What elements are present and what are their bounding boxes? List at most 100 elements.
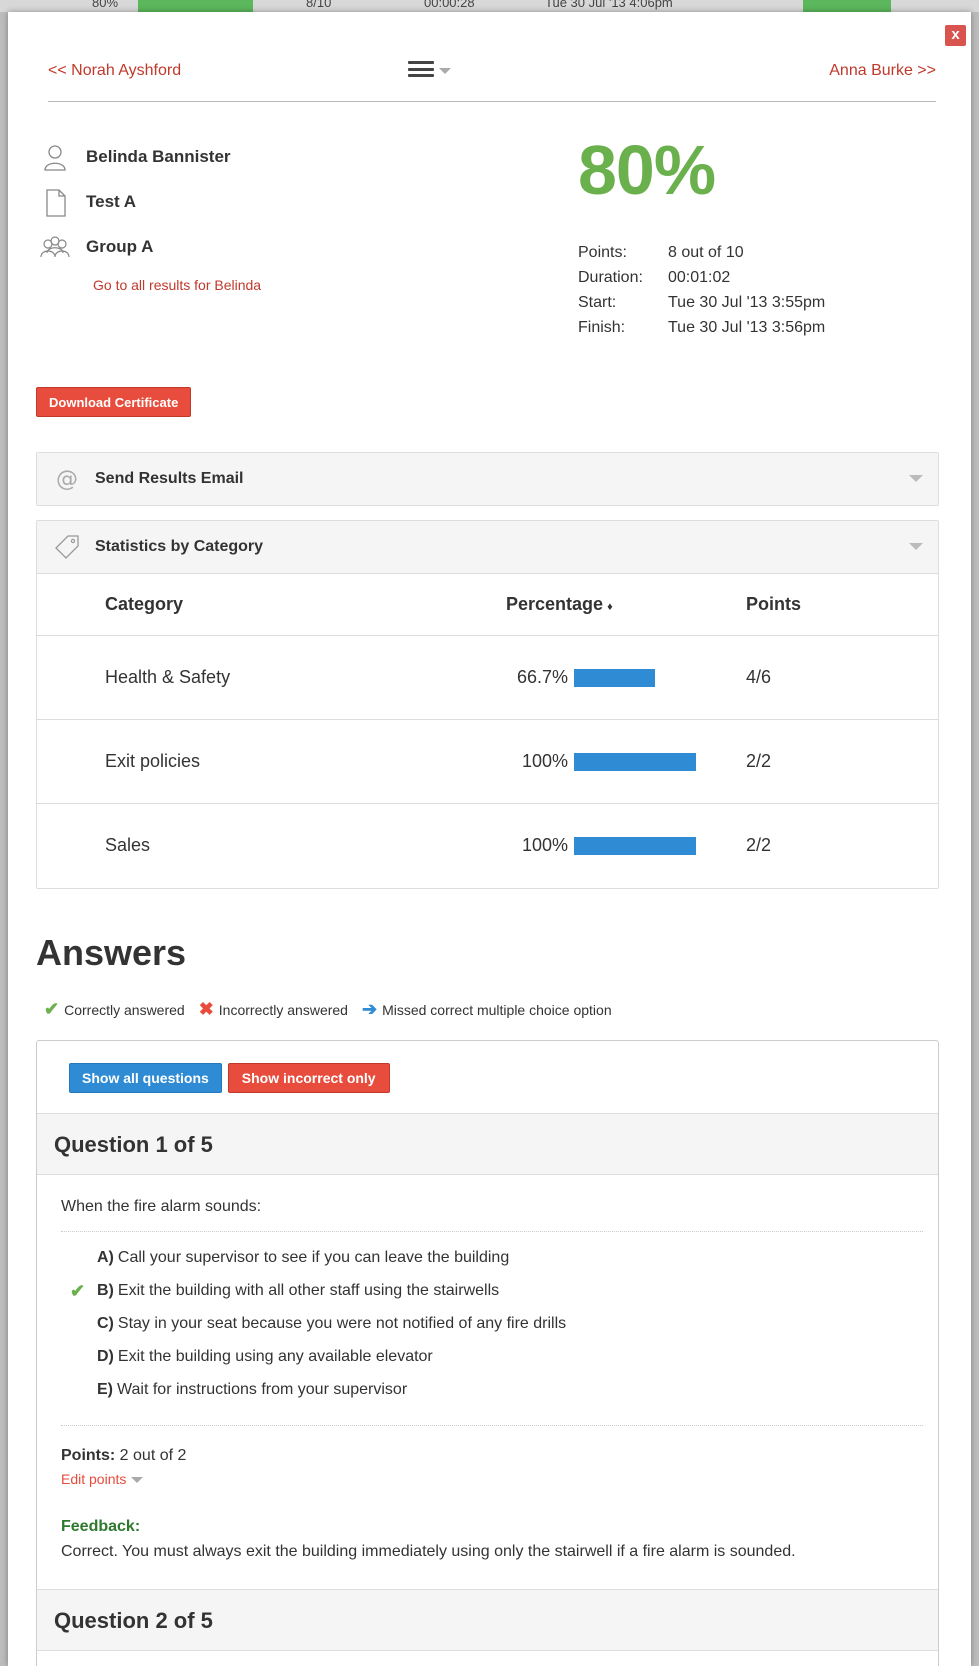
- table-row: Health & Safety 66.7% 4/6: [37, 635, 938, 720]
- points-value: 2 out of 2: [119, 1447, 187, 1464]
- category-stats-header[interactable]: Statistics by Category: [37, 521, 938, 573]
- answers-panel: Show all questions Show incorrect only Q…: [36, 1040, 939, 1666]
- next-result-link[interactable]: Anna Burke >>: [829, 62, 936, 80]
- answer-option: ✔ B) Exit the building with all other staf…: [70, 1281, 566, 1315]
- bg-duration: 00:00:28: [424, 0, 475, 10]
- user-icon: [44, 145, 66, 171]
- previous-result-link[interactable]: << Norah Ayshford: [48, 62, 181, 80]
- chevron-down-icon: [909, 475, 923, 482]
- legend-missed-label: Missed correct multiple choice option: [382, 1001, 612, 1018]
- show-all-questions-button[interactable]: Show all questions: [69, 1063, 222, 1093]
- stat-value: 00:01:02: [668, 269, 731, 286]
- checkmark-icon: ✔: [44, 999, 60, 1019]
- category-stats-panel: Statistics by Category Category Percenta…: [36, 520, 939, 889]
- table-row: Exit policies 100% 2/2: [37, 719, 938, 804]
- option-letter: E): [97, 1381, 113, 1398]
- stat-value: Tue 30 Jul '13 3:55pm: [668, 294, 826, 311]
- result-detail-modal: x << Norah Ayshford Anna Burke >> Belind…: [8, 12, 971, 1666]
- legend-missed: ➔ Missed correct multiple choice option: [362, 999, 612, 1020]
- download-certificate-button[interactable]: Download Certificate: [36, 387, 192, 417]
- stat-value: Tue 30 Jul '13 3:56pm: [668, 319, 826, 336]
- stat-row: Finish: Tue 30 Jul '13 3:56pm: [578, 319, 908, 344]
- percentage-value: 66.7%: [516, 667, 568, 687]
- edit-points-dropdown[interactable]: Edit points: [61, 1471, 144, 1487]
- bg-score: 80%: [92, 0, 119, 10]
- stat-row: Duration: 00:01:02: [578, 269, 908, 294]
- percentage-cell: 66.7%: [505, 635, 745, 720]
- background-results-row: 80% 8/10 00:00:28 Tue 30 Jul '13 4:06pm: [0, 0, 979, 12]
- points-label: Points:: [61, 1447, 116, 1464]
- result-stats: Points: 8 out of 10 Duration: 00:01:02 S…: [578, 244, 908, 344]
- answer-filter-buttons: Show all questions Show incorrect only: [69, 1063, 390, 1093]
- tag-icon: [55, 535, 79, 559]
- category-table: Category Percentage ♦ Points Health & Saf…: [37, 573, 938, 888]
- percentage-bar: [574, 752, 696, 771]
- category-cell: Sales: [37, 803, 505, 888]
- question-text: When the fire alarm sounds:: [61, 1198, 262, 1215]
- stat-value: 8 out of 10: [668, 244, 744, 261]
- test-row: Test A: [40, 189, 460, 237]
- percentage-value: 100%: [521, 835, 568, 856]
- answers-heading: Answers: [36, 932, 187, 973]
- option-letter: C): [97, 1315, 114, 1332]
- result-info: Belinda Bannister Test A Group A Go to a…: [40, 145, 460, 293]
- chevron-down-icon: [909, 543, 923, 550]
- group-name: Group A: [86, 237, 154, 256]
- send-email-header[interactable]: @ Send Results Email: [37, 453, 938, 505]
- group-icon: [40, 236, 70, 258]
- stat-label: Finish:: [578, 319, 626, 336]
- edit-points-label: Edit points: [61, 1471, 127, 1487]
- group-row: Group A: [40, 236, 460, 282]
- chevron-down-icon: [439, 67, 451, 74]
- document-icon: [46, 189, 66, 217]
- table-row: Sales 100% 2/2: [37, 803, 938, 888]
- category-cell: Health & Safety: [37, 635, 505, 720]
- table-header-row: Category Percentage ♦ Points: [37, 573, 938, 636]
- percentage-cell: 100%: [505, 719, 745, 804]
- feedback-text: Correct. You must always exit the buildi…: [61, 1543, 796, 1560]
- category-cell: Exit policies: [37, 719, 505, 804]
- send-email-title: Send Results Email: [95, 470, 244, 487]
- legend-incorrect: ✖ Incorrectly answered: [199, 999, 348, 1020]
- all-results-link[interactable]: Go to all results for Belinda: [93, 277, 261, 293]
- show-incorrect-only-button[interactable]: Show incorrect only: [227, 1063, 390, 1093]
- at-sign-icon: @: [56, 467, 78, 492]
- svg-text:@: @: [56, 467, 78, 492]
- menu-dropdown[interactable]: [408, 59, 451, 79]
- bg-points: 8/10: [306, 0, 332, 10]
- question-header: Question 2 of 5: [37, 1589, 938, 1651]
- bg-score-bar: [138, 0, 253, 12]
- percentage-value: 100%: [521, 751, 568, 771]
- option-letter: D): [97, 1348, 114, 1365]
- answer-option: C) Stay in your seat because you were not…: [97, 1315, 566, 1348]
- option-text: Exit the building with all other staff u…: [117, 1282, 500, 1299]
- user-row: Belinda Bannister: [40, 145, 460, 192]
- option-text: Wait for instructions from your supervis…: [117, 1381, 408, 1398]
- user-name: Belinda Bannister: [86, 147, 231, 166]
- option-letter: A): [97, 1249, 114, 1266]
- bg-action-button: [803, 0, 891, 12]
- legend-correct: ✔ Correctly answered: [44, 999, 185, 1020]
- close-button[interactable]: x: [945, 25, 966, 46]
- answer-option: A) Call your supervisor to see if you can…: [97, 1249, 566, 1282]
- header-percentage-sort[interactable]: Percentage ♦: [505, 573, 745, 636]
- question-header: Question 1 of 5: [37, 1113, 938, 1175]
- sort-icon: ♦: [607, 601, 613, 613]
- checkmark-icon: ✔: [70, 1281, 86, 1301]
- stat-row: Start: Tue 30 Jul '13 3:55pm: [578, 294, 908, 319]
- hamburger-menu-icon: [408, 59, 434, 79]
- answer-legend: ✔ Correctly answered ✖ Incorrectly answe…: [44, 999, 626, 1020]
- result-navigation: << Norah Ayshford Anna Burke >>: [48, 59, 936, 102]
- stat-row: Points: 8 out of 10: [578, 244, 908, 269]
- option-text: Call your supervisor to see if you can l…: [117, 1249, 510, 1266]
- stat-label: Start:: [578, 294, 617, 311]
- feedback-label: Feedback:: [61, 1518, 141, 1535]
- chevron-down-icon: [131, 1476, 144, 1483]
- option-text: Exit the building using any available el…: [117, 1348, 433, 1365]
- option-text: Stay in your seat because you were not n…: [117, 1315, 567, 1332]
- score-percentage: 80%: [578, 131, 716, 209]
- arrow-right-icon: ➔: [361, 999, 378, 1019]
- header-percentage: Percentage: [506, 594, 604, 614]
- divider: [61, 1231, 923, 1232]
- answer-option: E) Wait for instructions from your superv…: [97, 1381, 566, 1414]
